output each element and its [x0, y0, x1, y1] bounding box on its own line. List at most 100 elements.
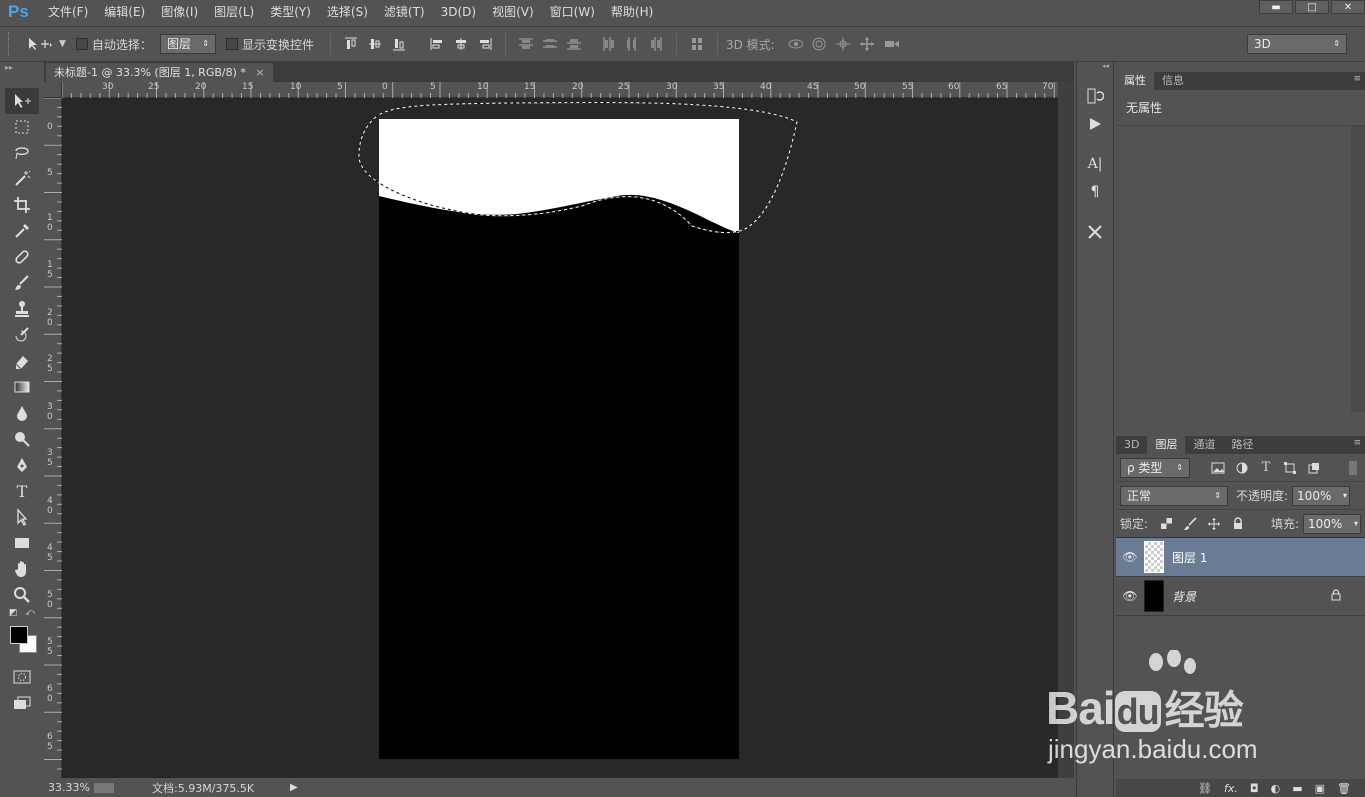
- menu-help[interactable]: 帮助(H): [603, 0, 661, 24]
- visibility-eye-icon[interactable]: 👁: [1116, 589, 1144, 603]
- layer-name[interactable]: 背景: [1172, 588, 1196, 605]
- filter-smart-object-icon[interactable]: [1306, 461, 1322, 475]
- lock-transparent-icon[interactable]: [1158, 517, 1174, 531]
- tab-info[interactable]: 信息: [1154, 72, 1192, 90]
- 3d-roll-icon[interactable]: [811, 37, 827, 51]
- pen-tool-icon[interactable]: [5, 452, 39, 478]
- toolbox-collapse-icon[interactable]: ▸▸: [5, 63, 39, 73]
- foreground-color-swatch[interactable]: [10, 626, 28, 644]
- preset-chevron-icon[interactable]: ▼: [59, 39, 66, 49]
- tab-paths[interactable]: 路径: [1223, 436, 1261, 454]
- zoom-tool-icon[interactable]: [5, 582, 39, 608]
- new-group-icon[interactable]: ▬: [1292, 782, 1302, 795]
- 3d-slide-icon[interactable]: [859, 37, 875, 51]
- clone-stamp-tool-icon[interactable]: [5, 296, 39, 322]
- hand-tool-icon[interactable]: [5, 556, 39, 582]
- blur-tool-icon[interactable]: [5, 400, 39, 426]
- panel-menu-icon[interactable]: ≡: [1353, 438, 1361, 448]
- add-mask-icon[interactable]: ◘: [1250, 782, 1259, 795]
- dock-collapse-icon[interactable]: ◂◂: [1077, 62, 1113, 72]
- align-bottom-icon[interactable]: [391, 37, 407, 51]
- delete-layer-icon[interactable]: 🗑: [1337, 782, 1351, 795]
- tab-layers[interactable]: 图层: [1147, 436, 1186, 454]
- history-panel-icon[interactable]: [1077, 82, 1113, 110]
- align-vcenter-icon[interactable]: [367, 37, 383, 51]
- workspace-dropdown[interactable]: 3D ⇕: [1247, 34, 1347, 54]
- distribute-bottom-icon[interactable]: [566, 37, 582, 51]
- layer-name[interactable]: 图层 1: [1172, 549, 1207, 566]
- swap-colors-icon[interactable]: ⤺: [25, 608, 35, 622]
- eyedropper-tool-icon[interactable]: [5, 218, 39, 244]
- auto-select-dropdown[interactable]: 图层 ⇕: [159, 34, 216, 54]
- tab-3d[interactable]: 3D: [1116, 436, 1147, 454]
- link-layers-icon[interactable]: ⛓: [1198, 782, 1212, 795]
- ruler-origin[interactable]: [44, 82, 62, 98]
- filter-toggle-icon[interactable]: [1349, 460, 1357, 475]
- minimize-button[interactable]: ▬: [1259, 0, 1293, 14]
- vertical-ruler[interactable]: 0 5 1 0 1 5 2 0 2 5 3 0 3 5 4 0 4 5 5 0 …: [44, 98, 62, 778]
- gradient-tool-icon[interactable]: [5, 374, 39, 400]
- filter-pixel-icon[interactable]: [1210, 461, 1226, 475]
- actions-panel-icon[interactable]: [1077, 110, 1113, 138]
- lock-image-icon[interactable]: [1182, 516, 1198, 531]
- menu-image[interactable]: 图像(I): [153, 0, 206, 24]
- auto-align-icon[interactable]: [689, 37, 705, 51]
- distribute-hcenter-icon[interactable]: [624, 37, 640, 51]
- menu-file[interactable]: 文件(F): [40, 0, 96, 24]
- align-top-icon[interactable]: [343, 37, 359, 51]
- menu-window[interactable]: 窗口(W): [542, 0, 603, 24]
- close-document-icon[interactable]: ×: [255, 66, 264, 79]
- 3d-pan-icon[interactable]: [835, 37, 851, 51]
- rectangle-tool-icon[interactable]: [5, 530, 39, 556]
- eraser-tool-icon[interactable]: [5, 348, 39, 374]
- document-tab[interactable]: 未标题-1 @ 33.3% (图层 1, RGB/8) * ×: [46, 63, 273, 82]
- tool-presets-icon[interactable]: [1077, 218, 1113, 246]
- crop-tool-icon[interactable]: [5, 192, 39, 218]
- close-button[interactable]: ✕: [1331, 0, 1365, 14]
- distribute-vcenter-icon[interactable]: [542, 37, 558, 51]
- filter-type-icon[interactable]: T: [1258, 460, 1274, 475]
- menu-3d[interactable]: 3D(D): [433, 0, 484, 24]
- distribute-top-icon[interactable]: [518, 37, 534, 51]
- fx-icon[interactable]: fx.: [1224, 782, 1238, 795]
- vertical-scrollbar[interactable]: [1058, 82, 1074, 778]
- menu-view[interactable]: 视图(V): [484, 0, 542, 24]
- default-colors-icon[interactable]: ◩: [9, 608, 18, 622]
- 3d-scale-icon[interactable]: [883, 37, 899, 51]
- align-hcenter-icon[interactable]: [453, 37, 469, 51]
- horizontal-ruler[interactable]: 30 25 20 15 10 5 0 5 10 15 20 25 30 35 4…: [62, 82, 1058, 98]
- type-tool-icon[interactable]: T: [5, 478, 39, 504]
- tab-channels[interactable]: 通道: [1185, 436, 1223, 454]
- screen-mode-icon[interactable]: [5, 690, 39, 716]
- opacity-input[interactable]: 100% ▾: [1292, 485, 1351, 506]
- zoom-level[interactable]: 33.33%: [44, 781, 94, 794]
- move-tool-icon[interactable]: [5, 88, 39, 114]
- maximize-button[interactable]: □: [1295, 0, 1329, 14]
- distribute-left-icon[interactable]: [600, 37, 616, 51]
- new-layer-icon[interactable]: ▣: [1315, 782, 1325, 795]
- menu-edit[interactable]: 编辑(E): [96, 0, 153, 24]
- panel-menu-icon[interactable]: ≡: [1353, 74, 1361, 84]
- path-selection-tool-icon[interactable]: [5, 504, 39, 530]
- filter-shape-icon[interactable]: [1282, 461, 1298, 475]
- paragraph-panel-icon[interactable]: ¶: [1077, 178, 1113, 206]
- dodge-tool-icon[interactable]: [5, 426, 39, 452]
- blend-mode-dropdown[interactable]: 正常 ⇕: [1120, 485, 1228, 506]
- options-grip[interactable]: [8, 32, 11, 56]
- layer-row-background[interactable]: 👁 背景: [1116, 577, 1365, 616]
- 3d-rotate-icon[interactable]: [787, 37, 803, 51]
- distribute-right-icon[interactable]: [648, 37, 664, 51]
- align-right-icon[interactable]: [477, 37, 493, 51]
- auto-select-checkbox[interactable]: [75, 38, 88, 50]
- menu-type[interactable]: 类型(Y): [262, 0, 319, 24]
- marquee-tool-icon[interactable]: [5, 114, 39, 140]
- menu-layer[interactable]: 图层(L): [206, 0, 262, 24]
- history-brush-tool-icon[interactable]: [5, 322, 39, 348]
- visibility-eye-icon[interactable]: 👁: [1116, 550, 1144, 564]
- character-panel-icon[interactable]: A|: [1077, 150, 1113, 178]
- document-canvas[interactable]: [62, 98, 1058, 778]
- healing-brush-tool-icon[interactable]: [5, 244, 39, 270]
- quick-mask-icon[interactable]: [5, 664, 39, 690]
- tab-properties[interactable]: 属性: [1116, 72, 1154, 90]
- adjustment-layer-icon[interactable]: ◐: [1271, 782, 1281, 795]
